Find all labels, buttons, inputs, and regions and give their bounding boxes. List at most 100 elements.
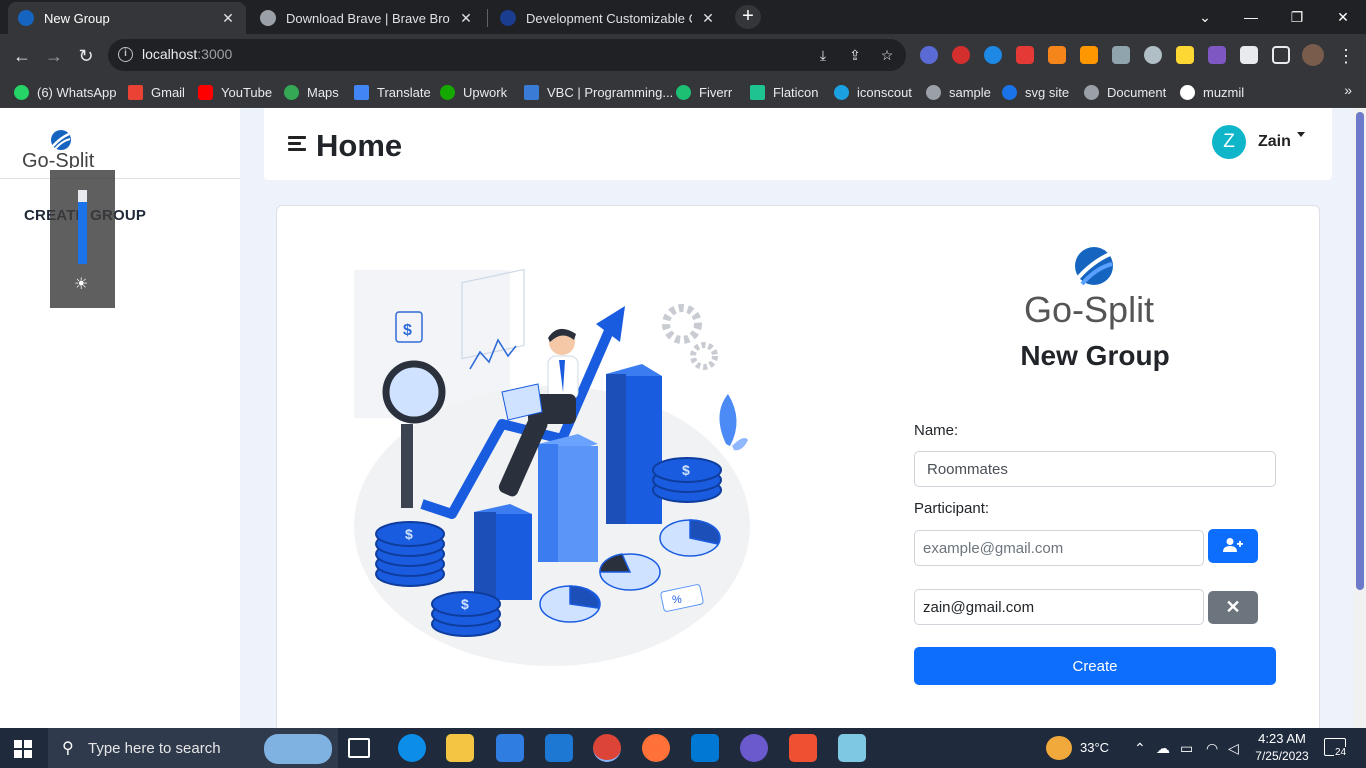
- clock-date[interactable]: 7/25/2023: [1254, 749, 1310, 763]
- caret-down-icon[interactable]: [1296, 131, 1305, 137]
- network-drive-icon[interactable]: ☁: [1156, 740, 1170, 757]
- mail-icon[interactable]: [545, 734, 573, 762]
- weather-temperature[interactable]: 33°C: [1080, 740, 1109, 755]
- store-icon[interactable]: [496, 734, 524, 762]
- profile-avatar[interactable]: [1302, 44, 1324, 66]
- url-text: localhost:3000: [142, 46, 233, 62]
- puzzle-icon[interactable]: [1240, 46, 1258, 64]
- bookmark-iconscout[interactable]: iconscout: [834, 82, 912, 102]
- task-view-icon[interactable]: [348, 738, 370, 758]
- bookmark-maps[interactable]: Maps: [284, 82, 339, 102]
- scrollbar[interactable]: [1354, 108, 1366, 728]
- brightness-slider[interactable]: [78, 190, 87, 264]
- bookmark-flaticon[interactable]: Flaticon: [750, 82, 819, 102]
- close-window-button[interactable]: ✕: [1320, 4, 1366, 30]
- notes-icon[interactable]: [838, 734, 866, 762]
- svg-text:%: %: [672, 594, 682, 606]
- site-info-icon[interactable]: i: [118, 47, 133, 62]
- bookmark-upwork[interactable]: Upwork: [440, 82, 507, 102]
- git-icon[interactable]: [789, 734, 817, 762]
- clock-time[interactable]: 4:23 AM: [1256, 731, 1308, 746]
- name-label: Name:: [914, 422, 959, 439]
- extension-icon[interactable]: [1016, 46, 1034, 64]
- create-button[interactable]: Create: [914, 647, 1276, 685]
- extension-icon[interactable]: [920, 46, 938, 64]
- slider-knob[interactable]: [78, 190, 87, 202]
- participant-email-field[interactable]: [914, 589, 1204, 625]
- windows-start-icon[interactable]: [14, 740, 32, 758]
- extension-icon[interactable]: [1144, 46, 1162, 64]
- menu-toggle-icon[interactable]: [288, 136, 306, 152]
- tab-development-customizable[interactable]: Development Customizable Cartoo ✕: [490, 2, 726, 34]
- file-explorer-icon[interactable]: [446, 734, 474, 762]
- extension-icon[interactable]: [1208, 46, 1226, 64]
- bookmark-vbc[interactable]: VBC | Programming...: [524, 82, 673, 102]
- scrollbar-thumb[interactable]: [1356, 112, 1364, 590]
- notification-count-badge: 24: [1334, 747, 1348, 758]
- bookmarks-overflow-icon[interactable]: »: [1344, 82, 1352, 98]
- user-name[interactable]: Zain: [1258, 133, 1291, 151]
- install-app-icon[interactable]: ⤓: [814, 46, 832, 64]
- adblock-icon[interactable]: [952, 46, 970, 64]
- bookmark-translate[interactable]: Translate: [354, 82, 431, 102]
- bookmark-svg-site[interactable]: svg site: [1002, 82, 1069, 102]
- extension-icon[interactable]: [1176, 46, 1194, 64]
- vscode-icon[interactable]: [691, 734, 719, 762]
- address-bar[interactable]: i localhost:3000 ⤓ ⇪ ☆: [108, 39, 906, 71]
- sidebar-logo[interactable]: Go-Split: [22, 128, 102, 173]
- bookmark-gmail[interactable]: Gmail: [128, 82, 185, 102]
- participant-label: Participant:: [914, 500, 990, 517]
- svg-text:Go-Split: Go-Split: [22, 150, 95, 168]
- bookmark-sample[interactable]: sample: [926, 82, 991, 102]
- tab-title: Development Customizable Cartoo: [526, 10, 692, 26]
- tab-search-dropdown-icon[interactable]: ⌄: [1182, 4, 1228, 30]
- bookmark-whatsapp[interactable]: (6) WhatsApp: [14, 82, 116, 102]
- participant-email-input[interactable]: [914, 530, 1204, 566]
- brightness-slider-overlay[interactable]: ☀: [50, 170, 115, 308]
- group-name-input[interactable]: [914, 451, 1276, 487]
- bookmark-star-icon[interactable]: ☆: [878, 46, 896, 64]
- battery-icon[interactable]: ▭: [1180, 740, 1193, 757]
- avatar[interactable]: Z: [1212, 125, 1246, 159]
- weather-icon[interactable]: [1046, 736, 1072, 760]
- extension-icon[interactable]: [1080, 46, 1098, 64]
- sidebar-divider: [0, 178, 240, 179]
- chrome-icon[interactable]: [593, 734, 621, 762]
- metamask-icon[interactable]: [1048, 46, 1066, 64]
- close-icon[interactable]: ✕: [220, 10, 236, 27]
- restore-button[interactable]: ❐: [1274, 4, 1320, 30]
- share-icon[interactable]: ⇪: [846, 46, 864, 64]
- more-menu-icon[interactable]: ⋮: [1332, 42, 1360, 70]
- wifi-icon[interactable]: ◠: [1206, 740, 1218, 757]
- tab-separator: [487, 9, 488, 27]
- close-icon[interactable]: ✕: [458, 10, 474, 27]
- add-participant-button[interactable]: [1208, 529, 1258, 563]
- iconscout-icon: [834, 84, 849, 100]
- extension-icon[interactable]: [984, 46, 1002, 64]
- back-button[interactable]: ←: [8, 42, 36, 70]
- search-icon: ⚲: [62, 740, 74, 757]
- chevron-up-icon[interactable]: ⌃: [1134, 740, 1146, 757]
- bookmark-fiverr[interactable]: Fiverr: [676, 82, 732, 102]
- bookmark-youtube[interactable]: YouTube: [198, 82, 272, 102]
- remove-participant-button[interactable]: ✕: [1208, 591, 1258, 624]
- new-tab-button[interactable]: +: [735, 5, 761, 29]
- reload-button[interactable]: ↻: [72, 42, 100, 70]
- tab-download-brave[interactable]: Download Brave | Brave Browser ✕: [250, 2, 484, 34]
- eclipse-icon[interactable]: [740, 734, 768, 762]
- close-icon[interactable]: ✕: [700, 10, 716, 27]
- taskbar-search[interactable]: ⚲ Type here to search: [48, 728, 338, 768]
- side-panel-icon[interactable]: [1272, 46, 1290, 64]
- browser-toolbar: ← → ↻ i localhost:3000 ⤓ ⇪ ☆ ⋮: [0, 34, 1366, 76]
- forward-button[interactable]: →: [40, 42, 68, 70]
- volume-icon[interactable]: ◁: [1228, 740, 1239, 757]
- edge-icon[interactable]: [398, 734, 426, 762]
- globe-icon: [926, 84, 941, 100]
- tab-new-group[interactable]: New Group ✕: [8, 2, 246, 34]
- bookmark-document[interactable]: Document: [1084, 82, 1166, 102]
- user-menu[interactable]: Z Zain: [1212, 125, 1305, 159]
- bookmark-muzmil[interactable]: muzmil: [1180, 82, 1244, 102]
- extension-icon[interactable]: [1112, 46, 1130, 64]
- minimize-button[interactable]: —: [1228, 4, 1274, 30]
- firefox-icon[interactable]: [642, 734, 670, 762]
